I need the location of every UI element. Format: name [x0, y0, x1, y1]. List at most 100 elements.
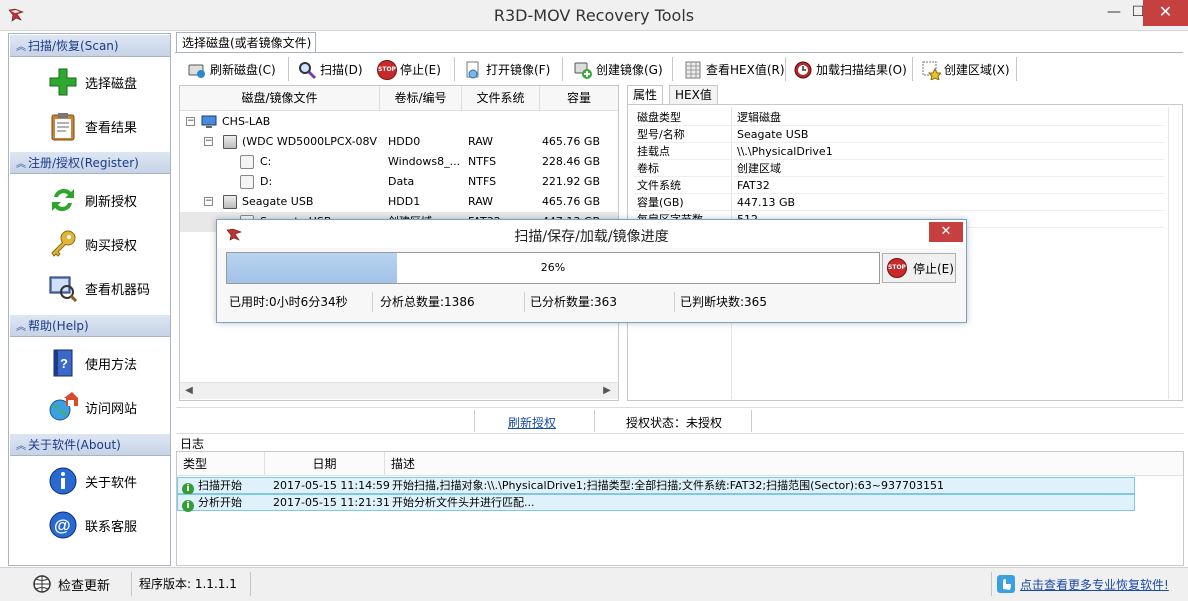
log-row[interactable]: i 扫描开始 2017-05-15 11:14:59 开始扫描,扫描对象:\\.\… [177, 477, 1135, 495]
create-region-button[interactable]: 创建区域(X) [918, 56, 1010, 83]
collapse-chevron-icon: ︽ [16, 322, 26, 333]
window-title: R3D-MOV Recovery Tools [493, 6, 695, 25]
collapse-toggle-icon[interactable]: − [204, 137, 213, 146]
dialog-stop-button[interactable]: STOP 停止(E) [882, 253, 956, 283]
column-header[interactable]: 卷标/编号 [380, 86, 462, 111]
column-header[interactable]: 磁盘/镜像文件 [180, 86, 380, 111]
sidebar-item-label: 刷新授权 [85, 194, 138, 210]
stop-button[interactable]: STOP 停止(E) [374, 56, 441, 83]
sidebar-item-view-results[interactable]: 查看结果 [47, 108, 167, 144]
computer-icon [201, 115, 217, 129]
separator [751, 410, 752, 432]
column-header[interactable]: 容量 [540, 86, 618, 111]
sidebar-item-about[interactable]: 关于软件 [47, 463, 167, 499]
load-scan-results-button[interactable]: 加载扫描结果(O) [790, 56, 907, 83]
sidebar-section-help[interactable]: ︽ 帮助(Help) [10, 315, 170, 337]
license-status: 授权状态：未授权 [626, 416, 723, 430]
log-row[interactable]: i 分析开始 2017-05-15 11:21:31 开始分析文件头并进行匹配..… [177, 494, 1135, 512]
column-header[interactable]: 类型 [177, 452, 265, 476]
sidebar-item-label: 使用方法 [85, 357, 138, 373]
tree-row[interactable]: D: Data NTFS 221.92 GB [180, 172, 618, 192]
title-bar: R3D-MOV Recovery Tools — ☐ ✕ [0, 0, 1188, 31]
property-row: 型号/名称 Seagate USB [634, 126, 1164, 143]
svg-text:@: @ [54, 516, 71, 535]
horizontal-scrollbar[interactable]: ◀ ▶ [180, 382, 618, 399]
machine-code-icon [47, 272, 79, 304]
more-software-link[interactable]: 点击查看更多专业恢复软件! [996, 573, 1169, 595]
info-status-icon: i [182, 500, 194, 512]
sidebar-item-contact[interactable]: @ 联系客服 [47, 507, 167, 543]
tab-divider [175, 52, 1183, 53]
column-header[interactable]: 描述 [385, 452, 1175, 476]
close-button[interactable]: ✕ [1143, 0, 1188, 26]
sidebar-item-label: 购买授权 [85, 238, 138, 254]
sidebar-item-label: 查看机器码 [85, 282, 151, 298]
create-image-icon [573, 60, 593, 80]
sidebar-item-select-disk[interactable]: 选择磁盘 [47, 64, 167, 100]
stop-icon: STOP [887, 258, 907, 278]
collapse-toggle-icon[interactable]: − [186, 117, 195, 126]
progress-dialog: 扫描/保存/加载/镜像进度 ✕ 26% STOP 停止(E) 已用时:0小时6分… [216, 219, 967, 323]
hand-pointer-icon [996, 574, 1016, 594]
sidebar-item-usage[interactable]: ? 使用方法 [47, 345, 167, 381]
sidebar-item-machine-code[interactable]: 查看机器码 [47, 270, 167, 306]
sidebar-item-buy-license[interactable]: 购买授权 [47, 226, 167, 262]
property-row: 容量(GB) 447.13 GB [634, 194, 1164, 211]
hard-disk-icon [223, 135, 237, 149]
sidebar-section-scan[interactable]: ︽ 扫描/恢复(Scan) [10, 35, 170, 57]
create-image-button[interactable]: 创建镜像(G) [570, 56, 663, 83]
separator [372, 292, 373, 312]
log-header: 类型 日期 描述 [177, 452, 1183, 476]
column-header[interactable]: 日期 [265, 452, 385, 476]
property-row: 卷标 创建区域 [634, 160, 1164, 177]
tab-hex[interactable]: HEX值 [669, 85, 718, 105]
tab-properties[interactable]: 属性 [627, 85, 664, 105]
separator [674, 292, 675, 312]
hex-grid-icon [683, 60, 703, 80]
scroll-left-icon[interactable]: ◀ [182, 385, 196, 396]
tree-row[interactable]: − CHS-LAB [180, 112, 618, 132]
toolbar-separator [454, 57, 455, 81]
property-row: 文件系统 FAT32 [634, 177, 1164, 194]
tree-header: 磁盘/镜像文件 卷标/编号 文件系统 容量 [180, 86, 618, 111]
website-icon [47, 391, 79, 423]
dialog-close-button[interactable]: ✕ [929, 222, 963, 242]
view-hex-button[interactable]: 查看HEX值(R) [680, 56, 785, 83]
collapse-toggle-icon[interactable]: − [204, 197, 213, 206]
sidebar-item-label: 选择磁盘 [85, 76, 138, 92]
tree-row[interactable]: − (WDC WD5000LPCX-08VHA HDD0 RAW 465.76 … [180, 132, 618, 152]
toolbar: 刷新磁盘(C) 扫描(D) STOP 停止(E) 打开镜像(F) 创建镜像(G)… [176, 55, 1184, 84]
sidebar-item-refresh-license[interactable]: 刷新授权 [47, 182, 167, 218]
separator [594, 410, 595, 432]
toolbar-separator [562, 57, 563, 81]
tab-select-disk[interactable]: 选择磁盘(或者镜像文件) [176, 32, 316, 53]
column-header[interactable]: 文件系统 [462, 86, 540, 111]
refresh-license-link[interactable]: 刷新授权 [508, 414, 556, 431]
sidebar-item-website[interactable]: 访问网站 [47, 389, 167, 425]
separator [131, 572, 132, 596]
scroll-right-icon[interactable]: ▶ [600, 385, 614, 396]
log-list[interactable]: 类型 日期 描述 i 扫描开始 2017-05-15 11:14:59 开始扫描,… [176, 451, 1184, 566]
open-image-button[interactable]: 打开镜像(F) [460, 56, 550, 83]
check-update-button[interactable]: 检查更新 [32, 573, 110, 595]
license-bar: 刷新授权 授权状态：未授权 [176, 407, 1184, 434]
analyzed-count: 已分析数量:363 [530, 295, 617, 309]
sidebar-section-register[interactable]: ︽ 注册/授权(Register) [10, 152, 170, 174]
status-bar: 检查更新 程序版本: 1.1.1.1 点击查看更多专业恢复软件! [0, 567, 1188, 601]
create-region-icon [921, 60, 941, 80]
refresh-icon [47, 184, 79, 216]
scan-button[interactable]: 扫描(D) [294, 56, 363, 83]
toolbar-separator [288, 57, 289, 81]
separator [474, 410, 475, 432]
separator [524, 292, 525, 312]
tree-row[interactable]: C: Windows8_... NTFS 228.46 GB [180, 152, 618, 172]
log-label: 日志 [180, 437, 205, 451]
collapse-chevron-icon: ︽ [16, 441, 26, 452]
refresh-disk-button[interactable]: 刷新磁盘(C) [184, 56, 276, 83]
property-row: 磁盘类型 逻辑磁盘 [634, 109, 1164, 126]
partition-icon [240, 155, 254, 169]
tree-row[interactable]: − Seagate USB HDD1 RAW 465.76 GB [180, 192, 618, 212]
sidebar-item-label: 查看结果 [85, 120, 138, 136]
sidebar-section-about[interactable]: ︽ 关于软件(About) [10, 434, 170, 456]
at-mail-icon: @ [47, 509, 79, 541]
